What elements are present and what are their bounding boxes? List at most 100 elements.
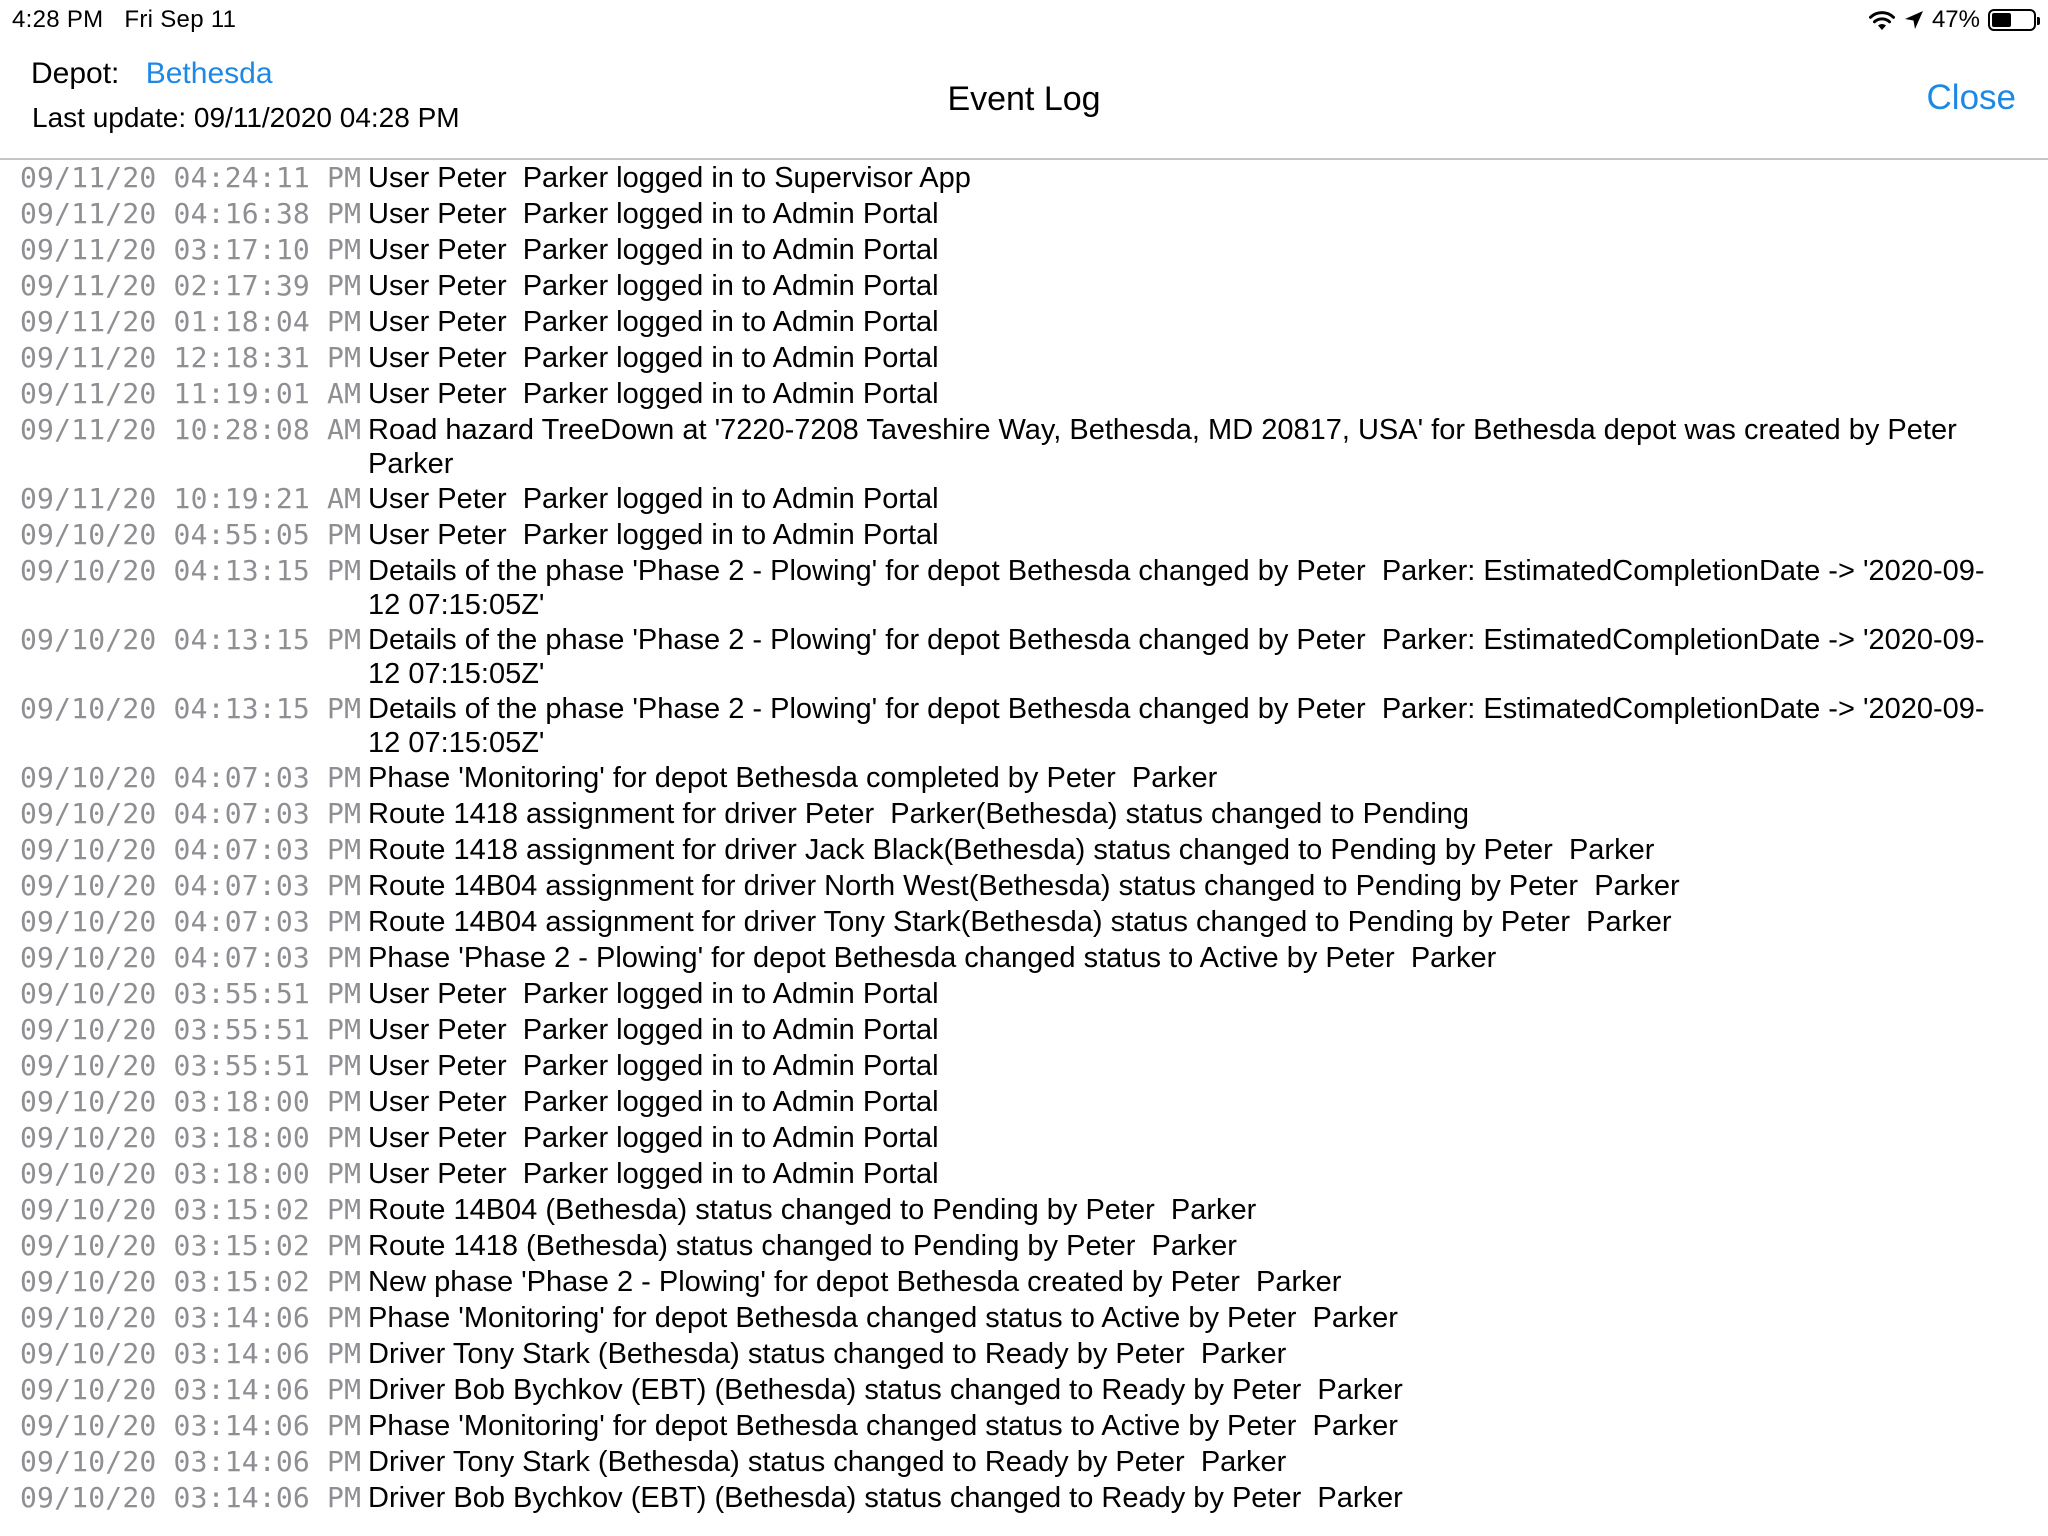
header: Depot: Bethesda Last update: 09/11/2020 … bbox=[0, 40, 2048, 160]
log-row: 09/10/20 03:14:06 PM Driver Tony Stark (B… bbox=[0, 1336, 2048, 1372]
log-row: 09/10/20 04:07:03 PM Phase 'Phase 2 - Plo… bbox=[0, 940, 2048, 976]
log-message: Phase 'Monitoring' for depot Bethesda ch… bbox=[368, 1410, 1398, 1442]
battery-icon bbox=[1988, 9, 2040, 31]
log-timestamp: 09/10/20 03:55:51 PM bbox=[20, 1049, 362, 1082]
log-row: 09/10/20 03:15:02 PM Route 14B04 (Bethesd… bbox=[0, 1192, 2048, 1228]
log-timestamp: 09/11/20 04:16:38 PM bbox=[20, 197, 362, 230]
log-timestamp: 09/10/20 04:07:03 PM bbox=[20, 797, 362, 830]
status-time: 4:28 PM Fri Sep 11 bbox=[12, 6, 236, 34]
log-message: Driver Bob Bychkov (EBT) (Bethesda) stat… bbox=[368, 1374, 1403, 1406]
status-date: Fri Sep 11 bbox=[124, 6, 237, 33]
log-row: 09/10/20 03:14:06 PM Driver Bob Bychkov (… bbox=[0, 1480, 2048, 1516]
log-row: 09/10/20 03:18:00 PM User Peter Parker lo… bbox=[0, 1120, 2048, 1156]
log-timestamp: 09/10/20 03:18:00 PM bbox=[20, 1085, 362, 1118]
log-timestamp: 09/10/20 04:55:05 PM bbox=[20, 518, 362, 551]
log-message: Details of the phase 'Phase 2 - Plowing'… bbox=[368, 693, 1985, 759]
log-row: 09/10/20 04:13:15 PM Details of the phase… bbox=[0, 553, 2048, 622]
log-row: 09/10/20 03:14:06 PM Phase 'Monitoring' f… bbox=[0, 1300, 2048, 1336]
log-timestamp: 09/10/20 03:55:51 PM bbox=[20, 977, 362, 1010]
event-log-list[interactable]: 09/11/20 04:24:11 PM User Peter Parker lo… bbox=[0, 160, 2048, 1536]
status-indicators: 47% bbox=[1868, 5, 2040, 35]
log-timestamp: 09/10/20 03:18:00 PM bbox=[20, 1121, 362, 1154]
log-timestamp: 09/10/20 04:13:15 PM bbox=[20, 692, 362, 725]
log-message: Route 14B04 assignment for driver Tony S… bbox=[368, 906, 1672, 938]
status-bar: 4:28 PM Fri Sep 11 47% bbox=[0, 0, 2048, 40]
log-timestamp: 09/11/20 10:28:08 AM bbox=[20, 413, 362, 446]
log-timestamp: 09/11/20 10:19:21 AM bbox=[20, 482, 362, 515]
log-message: Phase 'Monitoring' for depot Bethesda ch… bbox=[368, 1302, 1398, 1334]
log-timestamp: 09/10/20 04:13:15 PM bbox=[20, 554, 362, 587]
log-timestamp: 09/10/20 03:14:06 PM bbox=[20, 1301, 362, 1334]
location-arrow-icon bbox=[1904, 10, 1924, 30]
log-row: 09/10/20 04:07:03 PM Route 14B04 assignme… bbox=[0, 868, 2048, 904]
log-message: Route 14B04 assignment for driver North … bbox=[368, 870, 1680, 902]
log-row: 09/11/20 10:28:08 AM Road hazard TreeDown… bbox=[0, 412, 2048, 481]
log-row: 09/10/20 03:18:00 PM User Peter Parker lo… bbox=[0, 1156, 2048, 1192]
log-message: User Peter Parker logged in to Admin Por… bbox=[368, 1122, 939, 1154]
log-timestamp: 09/10/20 03:55:51 PM bbox=[20, 1013, 362, 1046]
log-message: Details of the phase 'Phase 2 - Plowing'… bbox=[368, 624, 1985, 690]
log-message: User Peter Parker logged in to Admin Por… bbox=[368, 483, 939, 515]
log-row: 09/11/20 04:24:11 PM User Peter Parker lo… bbox=[0, 160, 2048, 196]
log-message: Road hazard TreeDown at '7220-7208 Taves… bbox=[368, 414, 1973, 480]
log-row: 09/10/20 03:55:51 PM User Peter Parker lo… bbox=[0, 976, 2048, 1012]
log-timestamp: 09/11/20 01:18:04 PM bbox=[20, 305, 362, 338]
battery-percent: 47% bbox=[1931, 6, 1980, 33]
log-timestamp: 09/10/20 04:07:03 PM bbox=[20, 833, 362, 866]
log-row: 09/11/20 10:19:21 AM User Peter Parker lo… bbox=[0, 481, 2048, 517]
log-message: User Peter Parker logged in to Admin Por… bbox=[368, 234, 939, 266]
log-message: Details of the phase 'Phase 2 - Plowing'… bbox=[368, 555, 1985, 621]
log-message: User Peter Parker logged in to Admin Por… bbox=[368, 270, 939, 302]
log-timestamp: 09/10/20 03:14:06 PM bbox=[20, 1409, 362, 1442]
log-row: 09/11/20 04:16:38 PM User Peter Parker lo… bbox=[0, 196, 2048, 232]
log-message: User Peter Parker logged in to Admin Por… bbox=[368, 306, 939, 338]
log-timestamp: 09/10/20 03:14:06 PM bbox=[20, 1445, 362, 1478]
log-message: User Peter Parker logged in to Admin Por… bbox=[368, 1086, 939, 1118]
log-timestamp: 09/10/20 03:15:02 PM bbox=[20, 1229, 362, 1262]
log-row: 09/10/20 03:15:02 PM Route 1418 (Bethesda… bbox=[0, 1228, 2048, 1264]
log-timestamp: 09/10/20 04:07:03 PM bbox=[20, 941, 362, 974]
log-message: Driver Tony Stark (Bethesda) status chan… bbox=[368, 1338, 1287, 1370]
log-row: 09/10/20 04:07:03 PM Route 14B04 assignme… bbox=[0, 904, 2048, 940]
log-message: Phase 'Phase 2 - Plowing' for depot Beth… bbox=[368, 942, 1497, 974]
log-message: New phase 'Phase 2 - Plowing' for depot … bbox=[368, 1266, 1342, 1298]
log-timestamp: 09/10/20 04:07:03 PM bbox=[20, 905, 362, 938]
close-button[interactable]: Close bbox=[1927, 78, 2016, 118]
log-message: User Peter Parker logged in to Admin Por… bbox=[368, 1158, 939, 1190]
log-row: 09/10/20 03:55:51 PM User Peter Parker lo… bbox=[0, 1048, 2048, 1084]
log-timestamp: 09/10/20 03:15:02 PM bbox=[20, 1193, 362, 1226]
log-row: 09/10/20 03:15:02 PM New phase 'Phase 2 -… bbox=[0, 1264, 2048, 1300]
log-message: User Peter Parker logged in to Admin Por… bbox=[368, 1050, 939, 1082]
log-row: 09/10/20 03:14:06 PM Phase 'Monitoring' f… bbox=[0, 1408, 2048, 1444]
page-title: Event Log bbox=[947, 80, 1101, 118]
log-message: Route 1418 assignment for driver Peter P… bbox=[368, 798, 1470, 830]
log-row: 09/11/20 12:18:31 PM User Peter Parker lo… bbox=[0, 340, 2048, 376]
log-timestamp: 09/11/20 03:17:10 PM bbox=[20, 233, 362, 266]
log-message: User Peter Parker logged in to Admin Por… bbox=[368, 1014, 939, 1046]
log-message: Route 1418 (Bethesda) status changed to … bbox=[368, 1230, 1237, 1262]
log-row: 09/10/20 03:14:06 PM Driver Tony Stark (B… bbox=[0, 1444, 2048, 1480]
log-timestamp: 09/10/20 03:14:06 PM bbox=[20, 1373, 362, 1406]
log-message: User Peter Parker logged in to Admin Por… bbox=[368, 378, 939, 410]
log-row: 09/11/20 01:18:04 PM User Peter Parker lo… bbox=[0, 304, 2048, 340]
log-message: User Peter Parker logged in to Admin Por… bbox=[368, 978, 939, 1010]
log-timestamp: 09/10/20 04:13:15 PM bbox=[20, 623, 362, 656]
log-timestamp: 09/10/20 03:14:06 PM bbox=[20, 1481, 362, 1514]
log-message: Route 1418 assignment for driver Jack Bl… bbox=[368, 834, 1655, 866]
log-message: User Peter Parker logged in to Superviso… bbox=[368, 162, 971, 194]
log-row: 09/11/20 11:19:01 AM User Peter Parker lo… bbox=[0, 376, 2048, 412]
log-row: 09/10/20 04:13:15 PM Details of the phase… bbox=[0, 622, 2048, 691]
log-timestamp: 09/10/20 04:07:03 PM bbox=[20, 869, 362, 902]
log-row: 09/10/20 03:18:00 PM User Peter Parker lo… bbox=[0, 1084, 2048, 1120]
log-timestamp: 09/10/20 04:07:03 PM bbox=[20, 761, 362, 794]
log-timestamp: 09/11/20 11:19:01 AM bbox=[20, 377, 362, 410]
log-row: 09/10/20 04:07:03 PM Route 1418 assignmen… bbox=[0, 796, 2048, 832]
log-timestamp: 09/10/20 03:14:06 PM bbox=[20, 1337, 362, 1370]
log-row: 09/10/20 04:07:03 PM Phase 'Monitoring' f… bbox=[0, 760, 2048, 796]
log-row: 09/10/20 03:55:51 PM User Peter Parker lo… bbox=[0, 1012, 2048, 1048]
log-message: Driver Tony Stark (Bethesda) status chan… bbox=[368, 1446, 1287, 1478]
log-message: User Peter Parker logged in to Admin Por… bbox=[368, 519, 939, 551]
log-row: 09/10/20 04:07:03 PM Route 1418 assignmen… bbox=[0, 832, 2048, 868]
log-message: User Peter Parker logged in to Admin Por… bbox=[368, 198, 939, 230]
log-timestamp: 09/10/20 03:15:02 PM bbox=[20, 1265, 362, 1298]
